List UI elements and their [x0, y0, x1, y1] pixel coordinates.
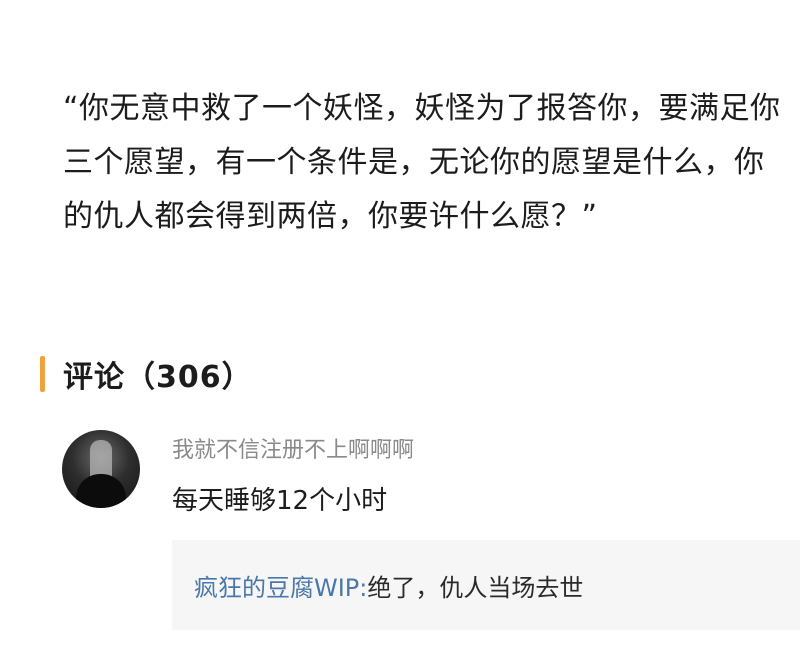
- avatar[interactable]: [62, 430, 140, 508]
- avatar-shoulders: [76, 474, 126, 508]
- comments-title: 评论（306）: [63, 360, 253, 395]
- comments-header: 评论（306）: [40, 352, 253, 396]
- comment-username[interactable]: 我就不信注册不上啊啊啊: [172, 432, 414, 464]
- reply-line: 疯狂的豆腐WIP:绝了，仇人当场去世: [194, 568, 583, 603]
- reply-box[interactable]: 疯狂的豆腐WIP:绝了，仇人当场去世: [172, 540, 800, 630]
- comment-text: 每天睡够12个小时: [172, 486, 388, 516]
- post-text: “你无意中救了一个妖怪，妖怪为了报答你，要满足你三个愿望，有一个条件是，无论你的…: [63, 91, 781, 234]
- section-accent-bar: [40, 356, 45, 392]
- reply-author[interactable]: 疯狂的豆腐WIP:: [194, 574, 367, 602]
- reply-text: 绝了，仇人当场去世: [367, 574, 584, 602]
- bottom-spacer: [0, 640, 800, 660]
